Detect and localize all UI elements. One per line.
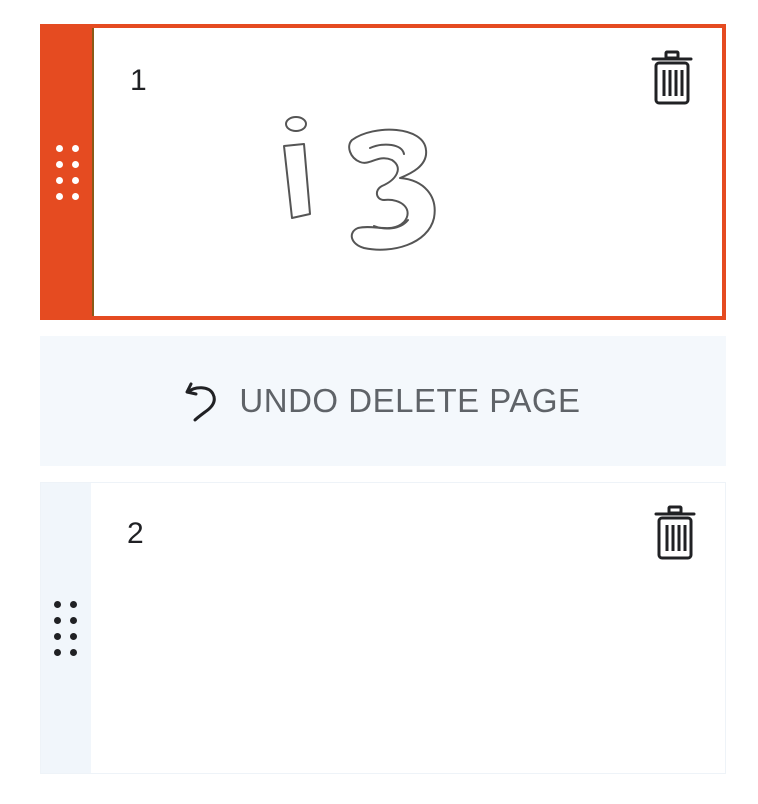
undo-delete-page-button[interactable]: UNDO DELETE PAGE (40, 336, 726, 466)
handwriting-sketch (283, 116, 436, 251)
page-number: 1 (130, 64, 147, 97)
trash-icon (651, 50, 693, 105)
undo-label: UNDO DELETE PAGE (239, 382, 581, 419)
trash-icon (654, 505, 696, 560)
page-card-1[interactable]: 1 (40, 24, 726, 320)
page-number: 2 (127, 517, 144, 550)
undo-icon (185, 382, 217, 422)
page-card-2[interactable]: 2 (40, 482, 726, 774)
drag-handle-icon (54, 600, 78, 656)
drag-handle-2[interactable] (41, 483, 91, 773)
page-thumbnail-1[interactable]: 1 (94, 28, 722, 316)
delete-page-button-2[interactable] (651, 503, 699, 563)
drag-handle-1[interactable] (44, 28, 94, 316)
delete-page-button-1[interactable] (648, 48, 696, 108)
drag-handle-icon (56, 144, 80, 200)
page-thumbnail-2[interactable]: 2 (91, 483, 725, 773)
